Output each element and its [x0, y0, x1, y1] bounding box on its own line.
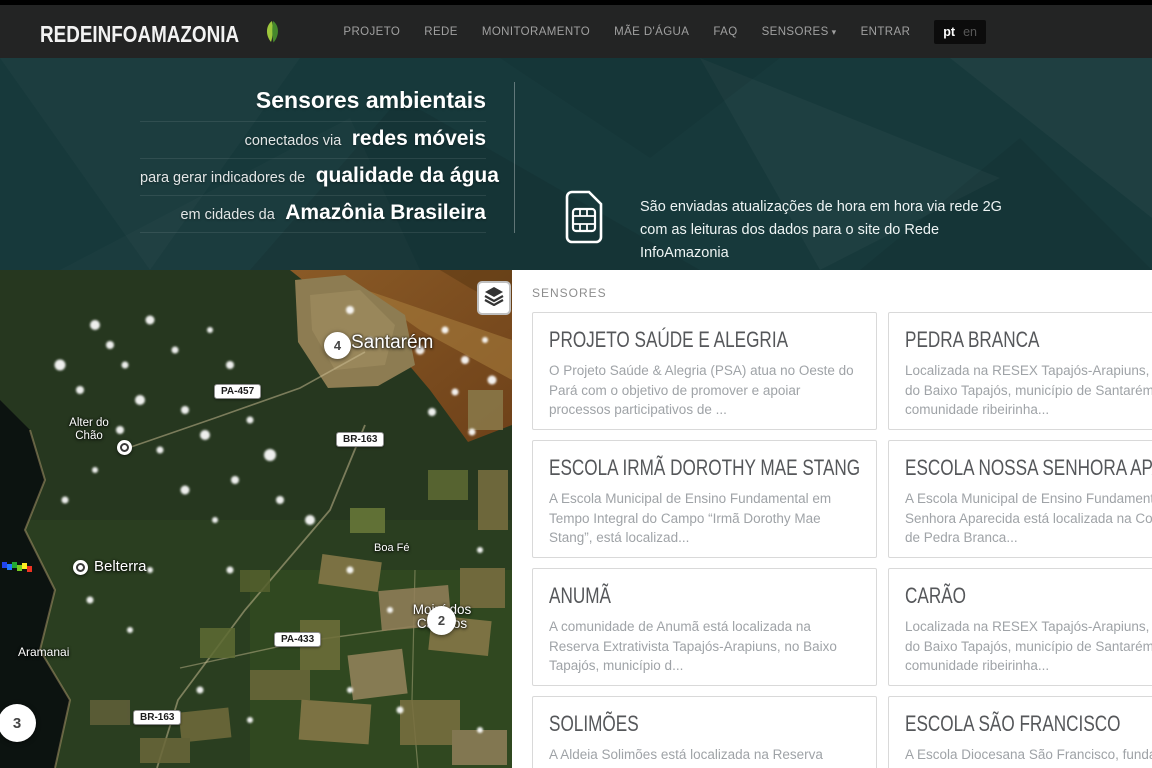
sim-card-icon: [565, 190, 603, 249]
brand-name: REDEINFOAMAZONIA: [40, 21, 239, 48]
sensor-card-title: ANUMÃ: [549, 582, 611, 609]
nav-item-mae-dagua[interactable]: MÃE D'ÁGUA: [614, 26, 689, 38]
sensor-card-description: Localizada na RESEX Tapajós-Arapiuns, na…: [905, 617, 1152, 676]
hero-claim-1-strong: Sensores ambientais: [256, 87, 486, 113]
map-marker-belterra[interactable]: [73, 560, 88, 575]
hero-claim-1: Sensores ambientais: [140, 82, 486, 122]
sensor-card-title: ESCOLA NOSSA SENHORA APARECIDA: [905, 454, 1152, 481]
hero-claim-3: para gerar indicadores de qualidade da á…: [140, 159, 486, 196]
sensor-card-projeto-saude-e-alegria[interactable]: PROJETO SAÚDE E ALEGRIA O Projeto Saúde …: [532, 312, 877, 430]
map-cluster-santarem[interactable]: 4: [324, 332, 351, 359]
sensor-card-title: PROJETO SAÚDE E ALEGRIA: [549, 326, 788, 353]
sensor-card-description: A Escola Municipal de Ensino Fundamental…: [549, 489, 860, 548]
sensor-card-description: A comunidade de Anumã está localizada na…: [549, 617, 860, 676]
hero-claim-2-strong: redes móveis: [352, 127, 486, 150]
lang-pt-button[interactable]: pt: [943, 25, 955, 39]
nav-item-entrar[interactable]: ENTRAR: [861, 26, 911, 38]
sensor-card-title: SOLIMÕES: [549, 710, 639, 737]
sensor-card-description: A Aldeia Solimões está localizada na Res…: [549, 745, 860, 768]
language-switcher: pt en: [934, 20, 986, 44]
map-label-santarem: Santarém: [351, 332, 433, 354]
hero-info-text: São enviadas atualizações de hora em hor…: [640, 196, 1010, 265]
satellite-map[interactable]: 4 Santarém Alter do Chão Belterra Boa Fé…: [0, 270, 512, 768]
sensor-card-escola-sao-francisco[interactable]: ESCOLA SÃO FRANCISCO A Escola Diocesana …: [888, 696, 1152, 768]
hero-claim-4: em cidades da Amazônia Brasileira: [140, 196, 486, 233]
nav-menu: PROJETO REDE MONITORAMENTO MÃE D'ÁGUA FA…: [343, 5, 986, 58]
map-cluster-mojui[interactable]: 2: [427, 606, 456, 635]
sensor-card-description: O Projeto Saúde & Alegria (PSA) atua no …: [549, 361, 860, 420]
hero-claim-2: conectados via redes móveis: [140, 122, 486, 159]
sensor-card-description: A Escola Diocesana São Francisco, fundad…: [905, 745, 1152, 768]
hero-claim-4-strong: Amazônia Brasileira: [285, 201, 486, 224]
map-label-aramanai: Aramanai: [18, 645, 69, 659]
chevron-down-icon: ▾: [832, 27, 837, 37]
nav-item-sensores-dropdown[interactable]: SENSORES▾: [762, 26, 837, 38]
hero-claim-4-pre: em cidades da: [180, 207, 274, 223]
hero-claim-3-strong: qualidade da água: [316, 164, 499, 187]
hero-banner: Sensores ambientais conectados via redes…: [0, 58, 1152, 270]
sensor-card-title: ESCOLA IRMÃ DOROTHY MAE STANG: [549, 454, 860, 481]
leaf-icon: [261, 19, 285, 50]
hero-claim-3-pre: para gerar indicadores de: [140, 170, 305, 186]
sensor-card-title: ESCOLA SÃO FRANCISCO: [905, 710, 1121, 737]
sensors-panel: SENSORES PROJETO SAÚDE E ALEGRIA O Proje…: [512, 270, 1152, 768]
sensor-card-solimoes[interactable]: SOLIMÕES A Aldeia Solimões está localiza…: [532, 696, 877, 768]
hero-claims: Sensores ambientais conectados via redes…: [140, 82, 515, 233]
nav-item-monitoramento[interactable]: MONITORAMENTO: [482, 26, 590, 38]
sensor-card-title: CARÃO: [905, 582, 966, 609]
map-glitch-artifact: [2, 562, 32, 568]
road-shield-pa457: PA-457: [214, 384, 261, 399]
sensor-card-escola-nossa-senhora-aparecida[interactable]: ESCOLA NOSSA SENHORA APARECIDA A Escola …: [888, 440, 1152, 558]
nav-item-projeto[interactable]: PROJETO: [343, 26, 400, 38]
sensores-dropdown-label: SENSORES: [762, 26, 829, 38]
sensors-heading: SENSORES: [532, 286, 607, 300]
hero-claim-2-pre: conectados via: [245, 133, 342, 149]
lang-en-button[interactable]: en: [963, 25, 977, 39]
nav-item-rede[interactable]: REDE: [424, 26, 458, 38]
map-label-boa-fe: Boa Fé: [374, 542, 409, 554]
map-layers-button[interactable]: [477, 281, 511, 315]
sensor-card-anuma[interactable]: ANUMÃ A comunidade de Anumã está localiz…: [532, 568, 877, 686]
map-marker-alter-do-chao[interactable]: [117, 440, 132, 455]
road-shield-pa433: PA-433: [274, 632, 321, 647]
map-label-belterra: Belterra: [94, 558, 147, 575]
top-nav: REDEINFOAMAZONIA PROJETO REDE MONITORAME…: [0, 0, 1152, 58]
sensor-card-carao[interactable]: CARÃO Localizada na RESEX Tapajós-Arapiu…: [888, 568, 1152, 686]
page: REDEINFOAMAZONIA PROJETO REDE MONITORAME…: [0, 0, 1152, 768]
brand-logo[interactable]: REDEINFOAMAZONIA: [40, 19, 285, 50]
nav-item-faq[interactable]: FAQ: [713, 26, 737, 38]
sensor-card-grid: PROJETO SAÚDE E ALEGRIA O Projeto Saúde …: [532, 312, 1152, 768]
layers-icon: [484, 286, 504, 311]
sensor-card-title: PEDRA BRANCA: [905, 326, 1039, 353]
sensor-card-escola-irma-dorothy-mae-stang[interactable]: ESCOLA IRMÃ DOROTHY MAE STANG A Escola M…: [532, 440, 877, 558]
map-label-alter-do-chao: Alter do Chão: [58, 417, 120, 443]
sensor-card-description: Localizada na RESEX Tapajós-Arapiuns, na…: [905, 361, 1152, 420]
road-shield-br163-north: BR-163: [336, 432, 384, 447]
road-shield-br163-south: BR-163: [133, 710, 181, 725]
map-terrain: [0, 270, 512, 768]
sensor-card-pedra-branca[interactable]: PEDRA BRANCA Localizada na RESEX Tapajós…: [888, 312, 1152, 430]
sensor-card-description: A Escola Municipal de Ensino Fundamental…: [905, 489, 1152, 548]
